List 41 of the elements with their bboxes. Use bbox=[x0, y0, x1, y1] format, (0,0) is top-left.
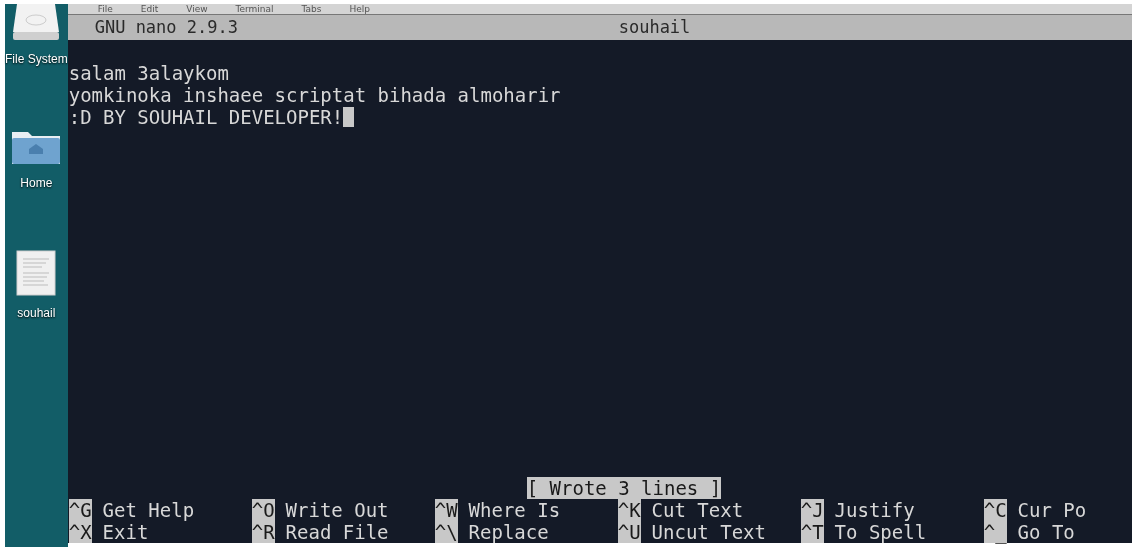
shortcut-label: Cut Text bbox=[650, 499, 744, 521]
status-message: [ Wrote 3 lines ] bbox=[526, 477, 722, 499]
shortcut-label: Read File bbox=[284, 521, 389, 543]
shortcut-key: ^C bbox=[983, 499, 1007, 521]
shortcut-label: Get Help bbox=[101, 499, 195, 521]
shortcut-key: ^T bbox=[800, 521, 824, 543]
text-line: yomkinoka inshaee scriptat bihada almoharir bbox=[68, 84, 561, 106]
shortcut-key: ^\ bbox=[434, 521, 458, 543]
shortcut-label: To Spell bbox=[833, 521, 927, 543]
shortcut-label: Go To bbox=[1016, 521, 1075, 543]
shortcut-key: ^U bbox=[617, 521, 641, 543]
desktop-icon-label[interactable]: souhail bbox=[17, 304, 56, 322]
text-line: salam 3alaykom bbox=[68, 62, 229, 84]
menu-item[interactable]: Tabs bbox=[301, 4, 322, 14]
menu-item[interactable]: Edit bbox=[140, 4, 159, 14]
shortcut-key: ^J bbox=[800, 499, 824, 521]
shortcut-key: ^O bbox=[251, 499, 275, 521]
app-version: GNU nano 2.9.3 bbox=[93, 15, 239, 39]
desktop-icon-label[interactable]: File System bbox=[5, 50, 68, 68]
shortcut-key: ^R bbox=[251, 521, 275, 543]
shortcut-label: Exit bbox=[101, 521, 149, 543]
menu-item[interactable]: View bbox=[186, 4, 208, 14]
document-icon bbox=[16, 250, 57, 296]
menu-item[interactable]: File bbox=[97, 4, 113, 14]
shortcut-label: Where Is bbox=[467, 499, 561, 521]
shortcut-key: ^G bbox=[68, 499, 92, 521]
shortcut-key: ^W bbox=[434, 499, 458, 521]
shortcut-label: Justify bbox=[833, 499, 915, 521]
shortcut-key: ^_ bbox=[983, 521, 1007, 543]
shortcut-key: ^K bbox=[617, 499, 641, 521]
menu-item[interactable]: Help bbox=[349, 4, 371, 14]
shortcut-label: Write Out bbox=[284, 499, 389, 521]
drive-icon bbox=[11, 4, 62, 42]
text-line: :D BY SOUHAIL DEVELOPER! bbox=[68, 106, 344, 128]
menu-item[interactable]: Terminal bbox=[235, 4, 274, 14]
shortcut-label: Uncut Text bbox=[650, 521, 766, 543]
shortcut-label: Cur Po bbox=[1016, 499, 1087, 521]
file-name: souhail bbox=[618, 15, 691, 39]
shortcut-label: Replace bbox=[467, 521, 549, 543]
shortcut-key: ^X bbox=[68, 521, 92, 543]
desktop-icon-label[interactable]: Home bbox=[20, 174, 53, 192]
